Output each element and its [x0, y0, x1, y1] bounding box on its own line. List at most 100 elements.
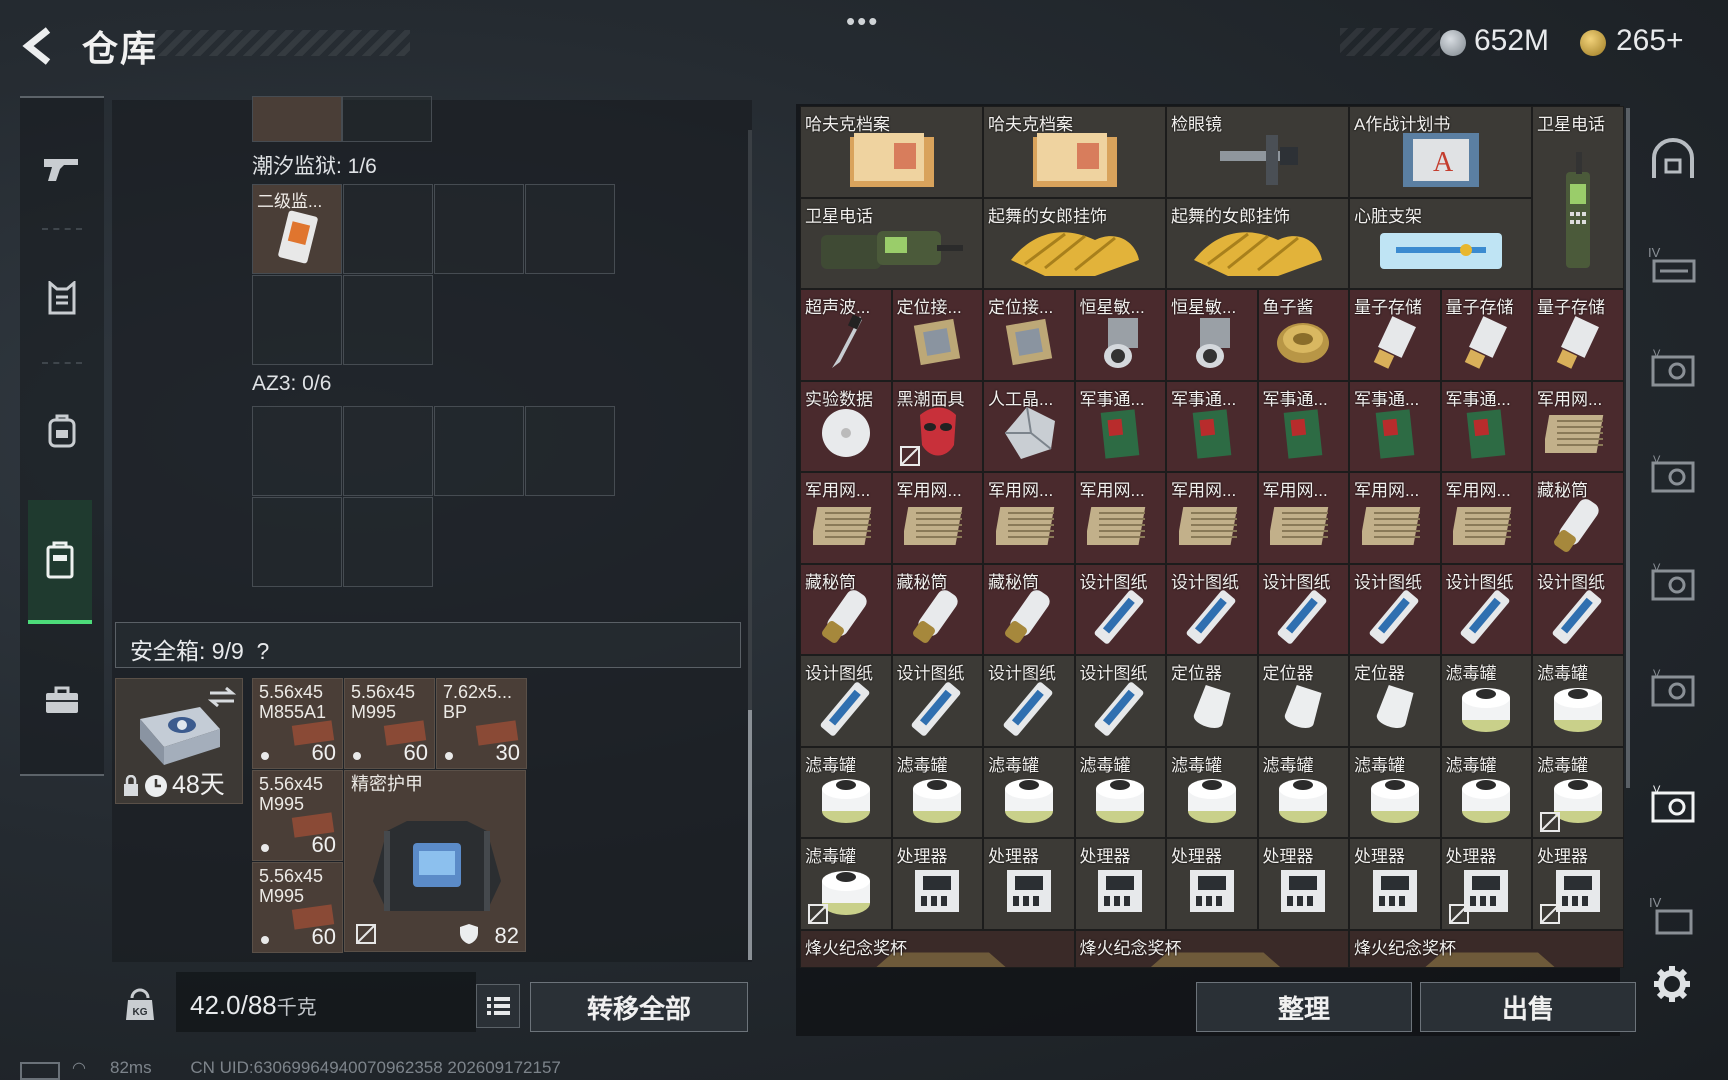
- grid-cell[interactable]: [343, 184, 433, 274]
- stash-item[interactable]: 定位接...: [983, 289, 1075, 381]
- stash-item[interactable]: 定位器: [1166, 655, 1258, 747]
- trophy-item[interactable]: 烽火纪念奖杯: [1074, 929, 1349, 968]
- stash-item[interactable]: 滤毒罐: [1532, 655, 1624, 747]
- stash-item[interactable]: 军用网...: [1074, 472, 1166, 564]
- stash-item[interactable]: 设计图纸: [1257, 563, 1349, 655]
- ammo-slot[interactable]: 5.56x45 M995 60: [252, 862, 343, 953]
- stash-item[interactable]: 军用网...: [1257, 472, 1349, 564]
- tab-container-5[interactable]: V: [1648, 664, 1698, 714]
- stash-item[interactable]: 滤毒罐: [1532, 746, 1624, 838]
- stash-item[interactable]: 处理器: [1074, 838, 1166, 930]
- stash-item[interactable]: 处理器: [1532, 838, 1624, 930]
- stash-item[interactable]: 藏秘筒: [800, 563, 892, 655]
- stash-item[interactable]: 量子存储: [1349, 289, 1441, 381]
- stash-item[interactable]: 处理器: [1440, 838, 1532, 930]
- more-dots-icon[interactable]: •••: [846, 6, 879, 37]
- stash-item[interactable]: 藏秘筒: [1532, 472, 1624, 564]
- stash-item[interactable]: 藏秘筒: [891, 563, 983, 655]
- stash-item[interactable]: 军事通...: [1074, 380, 1166, 472]
- stash-item[interactable]: 设计图纸: [1532, 563, 1624, 655]
- stash-item[interactable]: 定位接...: [891, 289, 983, 381]
- stash-item[interactable]: 滤毒罐: [1440, 746, 1532, 838]
- stash-item[interactable]: 滤毒罐: [800, 746, 892, 838]
- stash-item[interactable]: 设计图纸: [891, 655, 983, 747]
- stash-item[interactable]: 量子存储: [1532, 289, 1624, 381]
- sort-button[interactable]: 整理: [1196, 982, 1412, 1032]
- tab-weapons[interactable]: [20, 108, 104, 228]
- tab-container-iv-box[interactable]: IV: [1648, 890, 1698, 940]
- stash-item[interactable]: 处理器: [891, 838, 983, 930]
- stash-item[interactable]: 滤毒罐: [1074, 746, 1166, 838]
- stash-item[interactable]: 军用网...: [891, 472, 983, 564]
- stash-item[interactable]: 鱼子酱: [1257, 289, 1349, 381]
- grid-cell[interactable]: [434, 184, 524, 274]
- stash-item[interactable]: 设计图纸: [1166, 563, 1258, 655]
- stash-item[interactable]: 哈夫克档案: [983, 106, 1166, 198]
- stash-item[interactable]: 军事通...: [1257, 380, 1349, 472]
- stash-item[interactable]: 滤毒罐: [1166, 746, 1258, 838]
- stash-item[interactable]: 实验数据: [800, 380, 892, 472]
- grid-cell[interactable]: [343, 497, 433, 587]
- grid-cell[interactable]: [252, 497, 342, 587]
- stash-item[interactable]: 超声波...: [800, 289, 892, 381]
- stash-item[interactable]: 设计图纸: [1440, 563, 1532, 655]
- tab-container-3[interactable]: V: [1648, 450, 1698, 500]
- tab-container-iv[interactable]: IV: [1648, 240, 1698, 290]
- stash-item[interactable]: 军事通...: [1166, 380, 1258, 472]
- grid-cell[interactable]: [343, 406, 433, 496]
- stash-item[interactable]: 滤毒罐: [891, 746, 983, 838]
- grid-cell[interactable]: [525, 406, 615, 496]
- stash-item[interactable]: 滤毒罐: [1440, 655, 1532, 747]
- grid-cell[interactable]: [342, 96, 432, 142]
- grid-cell[interactable]: [434, 406, 524, 496]
- currency-premium[interactable]: 265+: [1616, 24, 1684, 58]
- stash-item[interactable]: 卫星电话: [1532, 106, 1624, 289]
- ammo-slot[interactable]: 5.56x45 M995 60: [252, 770, 343, 861]
- stash-item[interactable]: 定位器: [1257, 655, 1349, 747]
- stash-item[interactable]: 军用网...: [983, 472, 1075, 564]
- stash-item[interactable]: 恒星敏...: [1166, 289, 1258, 381]
- grid-cell[interactable]: [525, 184, 615, 274]
- transfer-all-button[interactable]: 转移全部: [530, 982, 748, 1032]
- tab-locker[interactable]: [28, 500, 92, 624]
- stash-scrollbar[interactable]: [1626, 108, 1630, 788]
- back-arrow-icon[interactable]: [18, 24, 62, 68]
- stash-item[interactable]: 设计图纸: [1074, 563, 1166, 655]
- stash-item[interactable]: 量子存储: [1440, 289, 1532, 381]
- grid-cell[interactable]: [343, 275, 433, 365]
- stash-item[interactable]: 军事通...: [1440, 380, 1532, 472]
- tab-container-2[interactable]: V: [1648, 344, 1698, 394]
- tab-vault[interactable]: [1648, 134, 1698, 184]
- stash-item[interactable]: A A作战计划书: [1349, 106, 1532, 198]
- stash-item[interactable]: 处理器: [1349, 838, 1441, 930]
- stash-item[interactable]: 检眼镜: [1166, 106, 1349, 198]
- stash-item[interactable]: 军事通...: [1349, 380, 1441, 472]
- stash-item[interactable]: 人工晶...: [983, 380, 1075, 472]
- stash-item[interactable]: 心脏支架: [1349, 197, 1532, 289]
- stash-item[interactable]: 滤毒罐: [1349, 746, 1441, 838]
- ammo-slot[interactable]: 5.56x45 M855A1 60: [252, 678, 343, 769]
- tab-armor[interactable]: [20, 238, 104, 358]
- ammo-slot[interactable]: 7.62x5... BP 30: [436, 678, 527, 769]
- stash-item[interactable]: 起舞的女郎挂饰: [983, 197, 1166, 289]
- stash-item[interactable]: 定位器: [1349, 655, 1441, 747]
- stash-item[interactable]: 军用网...: [800, 472, 892, 564]
- grid-cell[interactable]: [252, 96, 342, 142]
- grid-cell[interactable]: 二级监...: [252, 184, 342, 274]
- stash-item[interactable]: 军用网...: [1532, 380, 1624, 472]
- grid-cell[interactable]: [252, 406, 342, 496]
- stash-item[interactable]: 处理器: [1166, 838, 1258, 930]
- stash-item[interactable]: 藏秘筒: [983, 563, 1075, 655]
- stash-item[interactable]: 军用网...: [1440, 472, 1532, 564]
- stash-item[interactable]: 卫星电话: [800, 197, 983, 289]
- trophy-item[interactable]: 烽火纪念奖杯: [800, 929, 1075, 968]
- stash-item[interactable]: 滤毒罐: [983, 746, 1075, 838]
- grid-cell[interactable]: [252, 275, 342, 365]
- stash-item[interactable]: 起舞的女郎挂饰: [1166, 197, 1349, 289]
- stash-item[interactable]: 设计图纸: [1074, 655, 1166, 747]
- stash-item[interactable]: 滤毒罐: [1257, 746, 1349, 838]
- tab-container-4[interactable]: V: [1648, 558, 1698, 608]
- sell-button[interactable]: 出售: [1420, 982, 1636, 1032]
- swap-icon[interactable]: [208, 685, 236, 709]
- list-view-button[interactable]: [476, 984, 520, 1028]
